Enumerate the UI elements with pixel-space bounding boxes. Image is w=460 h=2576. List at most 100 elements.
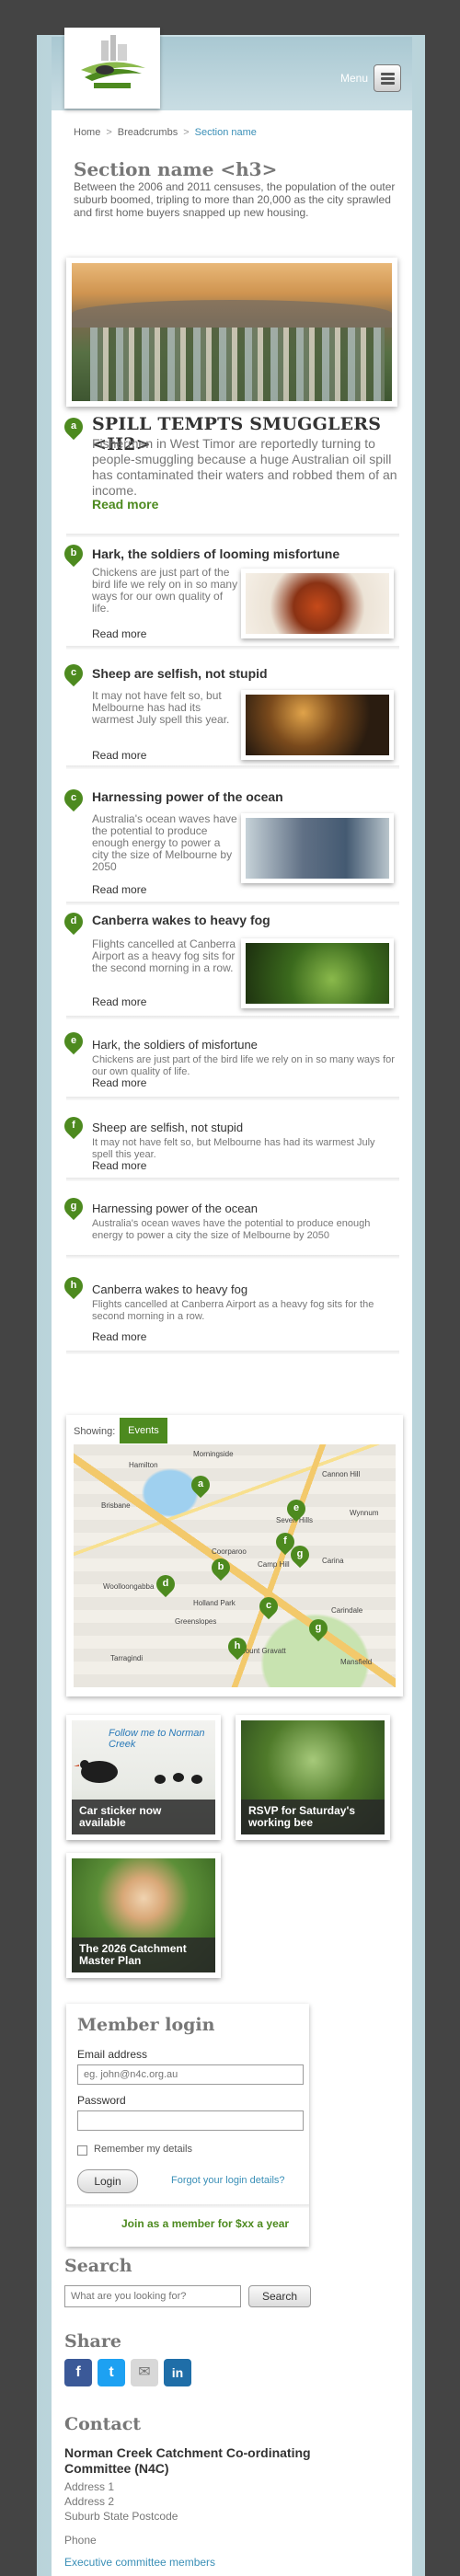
map-marker-icon: b [60, 540, 87, 568]
facebook-icon[interactable]: f [64, 2359, 92, 2386]
map-marker-icon: e [60, 1028, 87, 1055]
map-place-label: Holland Park [193, 1599, 236, 1607]
article-read-more-link[interactable]: Read more [92, 1330, 146, 1343]
email-icon[interactable]: ✉ [131, 2359, 158, 2386]
hero-image[interactable] [66, 258, 397, 407]
feature-body: Fishermen in West Timor are reportedly t… [92, 436, 397, 498]
events-map[interactable]: Morningside Hamilton Cannon Hill Brisban… [74, 1444, 396, 1687]
divider [66, 1178, 399, 1181]
events-map-panel: Showing: Events Morningside Hamilton Can… [66, 1415, 403, 1696]
site-logo[interactable] [64, 28, 160, 109]
map-marker-icon[interactable]: c [255, 1593, 282, 1620]
article-read-more-link[interactable]: Read more [92, 749, 146, 762]
article-title[interactable]: Canberra wakes to heavy fog [92, 913, 270, 927]
article-title[interactable]: Sheep are selfish, not stupid [92, 666, 268, 681]
map-marker-icon: a [60, 413, 87, 441]
divider [66, 765, 399, 769]
search-button[interactable]: Search [248, 2285, 311, 2307]
bird-illustration-icon [74, 1760, 202, 1784]
article-title[interactable]: Hark, the soldiers of misfortune [92, 1038, 258, 1052]
password-label: Password [77, 2094, 126, 2107]
article-body: It may not have felt so, but Melbourne h… [92, 1137, 375, 1160]
article-body: Chickens are just part of the bird life … [92, 1054, 395, 1077]
remember-checkbox[interactable] [77, 2145, 87, 2156]
password-field[interactable] [77, 2110, 304, 2131]
article-body: Flights cancelled at Canberra Airport as… [92, 937, 236, 974]
map-marker-icon[interactable]: e [282, 1495, 310, 1523]
email-field[interactable] [77, 2064, 304, 2085]
executive-committee-link[interactable]: Executive committee members [64, 2556, 215, 2569]
article-read-more-link[interactable]: Read more [92, 1159, 146, 1172]
contact-heading: Contact [64, 2414, 142, 2434]
map-marker-icon: c [60, 660, 87, 687]
forgot-login-link[interactable]: Forgot your login details? [171, 2175, 285, 2186]
breadcrumb-home[interactable]: Home [74, 127, 100, 138]
map-place-label: Woolloongabba [103, 1582, 155, 1591]
article-title[interactable]: Hark, the soldiers of looming misfortune [92, 546, 339, 561]
divider [66, 1016, 399, 1019]
map-marker-icon[interactable]: b [207, 1554, 235, 1581]
article-body: It may not have felt so, but Melbourne h… [92, 689, 230, 726]
article-read-more-link[interactable]: Read more [92, 627, 146, 640]
divider [66, 1255, 399, 1259]
menu-button[interactable] [374, 64, 401, 92]
article-body: Chickens are just part of the bird life … [92, 566, 238, 615]
article-title[interactable]: Sheep are selfish, not stupid [92, 1121, 243, 1134]
divider [66, 1097, 399, 1100]
promo-master-plan[interactable]: The 2026 Catchment Master Plan [66, 1853, 221, 1978]
breadcrumb-current: Section name [194, 127, 257, 138]
map-place-label: Carina [322, 1557, 344, 1565]
divider [66, 2204, 309, 2208]
article-title[interactable]: Harnessing power of the ocean [92, 1202, 258, 1215]
article-read-more-link[interactable]: Read more [92, 1076, 146, 1089]
article-read-more-link[interactable]: Read more [92, 995, 146, 1008]
map-marker-icon[interactable]: g [305, 1615, 332, 1642]
search-input[interactable] [64, 2285, 241, 2307]
divider [66, 534, 399, 537]
join-member-link[interactable]: Join as a member for $xx a year [121, 2217, 289, 2230]
site-header: Menu [52, 28, 412, 110]
map-marker-icon: g [60, 1193, 87, 1221]
events-filter-button[interactable]: Events [120, 1418, 167, 1443]
map-place-label: Morningside [193, 1450, 234, 1458]
article-title[interactable]: Harnessing power of the ocean [92, 789, 283, 804]
twitter-icon[interactable]: t [98, 2359, 125, 2386]
hamburger-icon [381, 77, 395, 80]
map-marker-icon: d [60, 908, 87, 936]
article-title[interactable]: Canberra wakes to heavy fog [92, 1282, 247, 1296]
map-place-label: Camp Hill [258, 1560, 290, 1569]
article-thumbnail[interactable] [241, 938, 394, 1008]
map-marker-icon[interactable]: g [286, 1541, 314, 1569]
contact-phone: Phone [64, 2534, 97, 2547]
promo-car-sticker[interactable]: Follow me to Norman Creek Car sticker no… [66, 1715, 221, 1840]
contact-organisation: Norman Creek Catchment Co-ordinating Com… [64, 2445, 311, 2476]
hamburger-icon [381, 73, 395, 75]
showing-label: Showing: [74, 1426, 116, 1437]
linkedin-icon[interactable]: in [164, 2359, 191, 2386]
article-body: Flights cancelled at Canberra Airport as… [92, 1299, 374, 1322]
map-place-label: Cannon Hill [322, 1470, 361, 1478]
map-place-label: Greenslopes [175, 1617, 217, 1626]
page: Menu Home > Breadcrumbs > Section name Secti… [52, 28, 412, 2576]
divider [66, 646, 399, 650]
map-place-label: Hamilton [129, 1461, 158, 1469]
map-marker-icon[interactable]: d [152, 1570, 179, 1598]
article-thumbnail[interactable] [241, 690, 394, 760]
map-marker-icon[interactable]: h [224, 1633, 251, 1661]
map-marker-icon[interactable]: a [187, 1471, 214, 1499]
login-button[interactable]: Login [77, 2169, 138, 2193]
search-heading: Search [64, 2256, 132, 2276]
article-thumbnail[interactable] [241, 569, 394, 638]
article-body: Australia's ocean waves have the potenti… [92, 812, 237, 873]
feature-read-more-link[interactable]: Read more [92, 497, 158, 512]
article-body: Australia's ocean waves have the potenti… [92, 1218, 371, 1241]
map-place-label: Brisbane [101, 1501, 131, 1510]
promo-caption: RSVP for Saturday's working bee [241, 1800, 385, 1834]
remember-label: Remember my details [94, 2144, 192, 2155]
article-read-more-link[interactable]: Read more [92, 883, 146, 896]
promo-working-bee[interactable]: RSVP for Saturday's working bee [236, 1715, 390, 1840]
article-thumbnail[interactable] [241, 813, 394, 883]
section-title: Section name <h3> [74, 158, 278, 180]
breadcrumb-breadcrumbs[interactable]: Breadcrumbs [118, 127, 178, 138]
map-place-label: Wynnum [350, 1509, 379, 1517]
